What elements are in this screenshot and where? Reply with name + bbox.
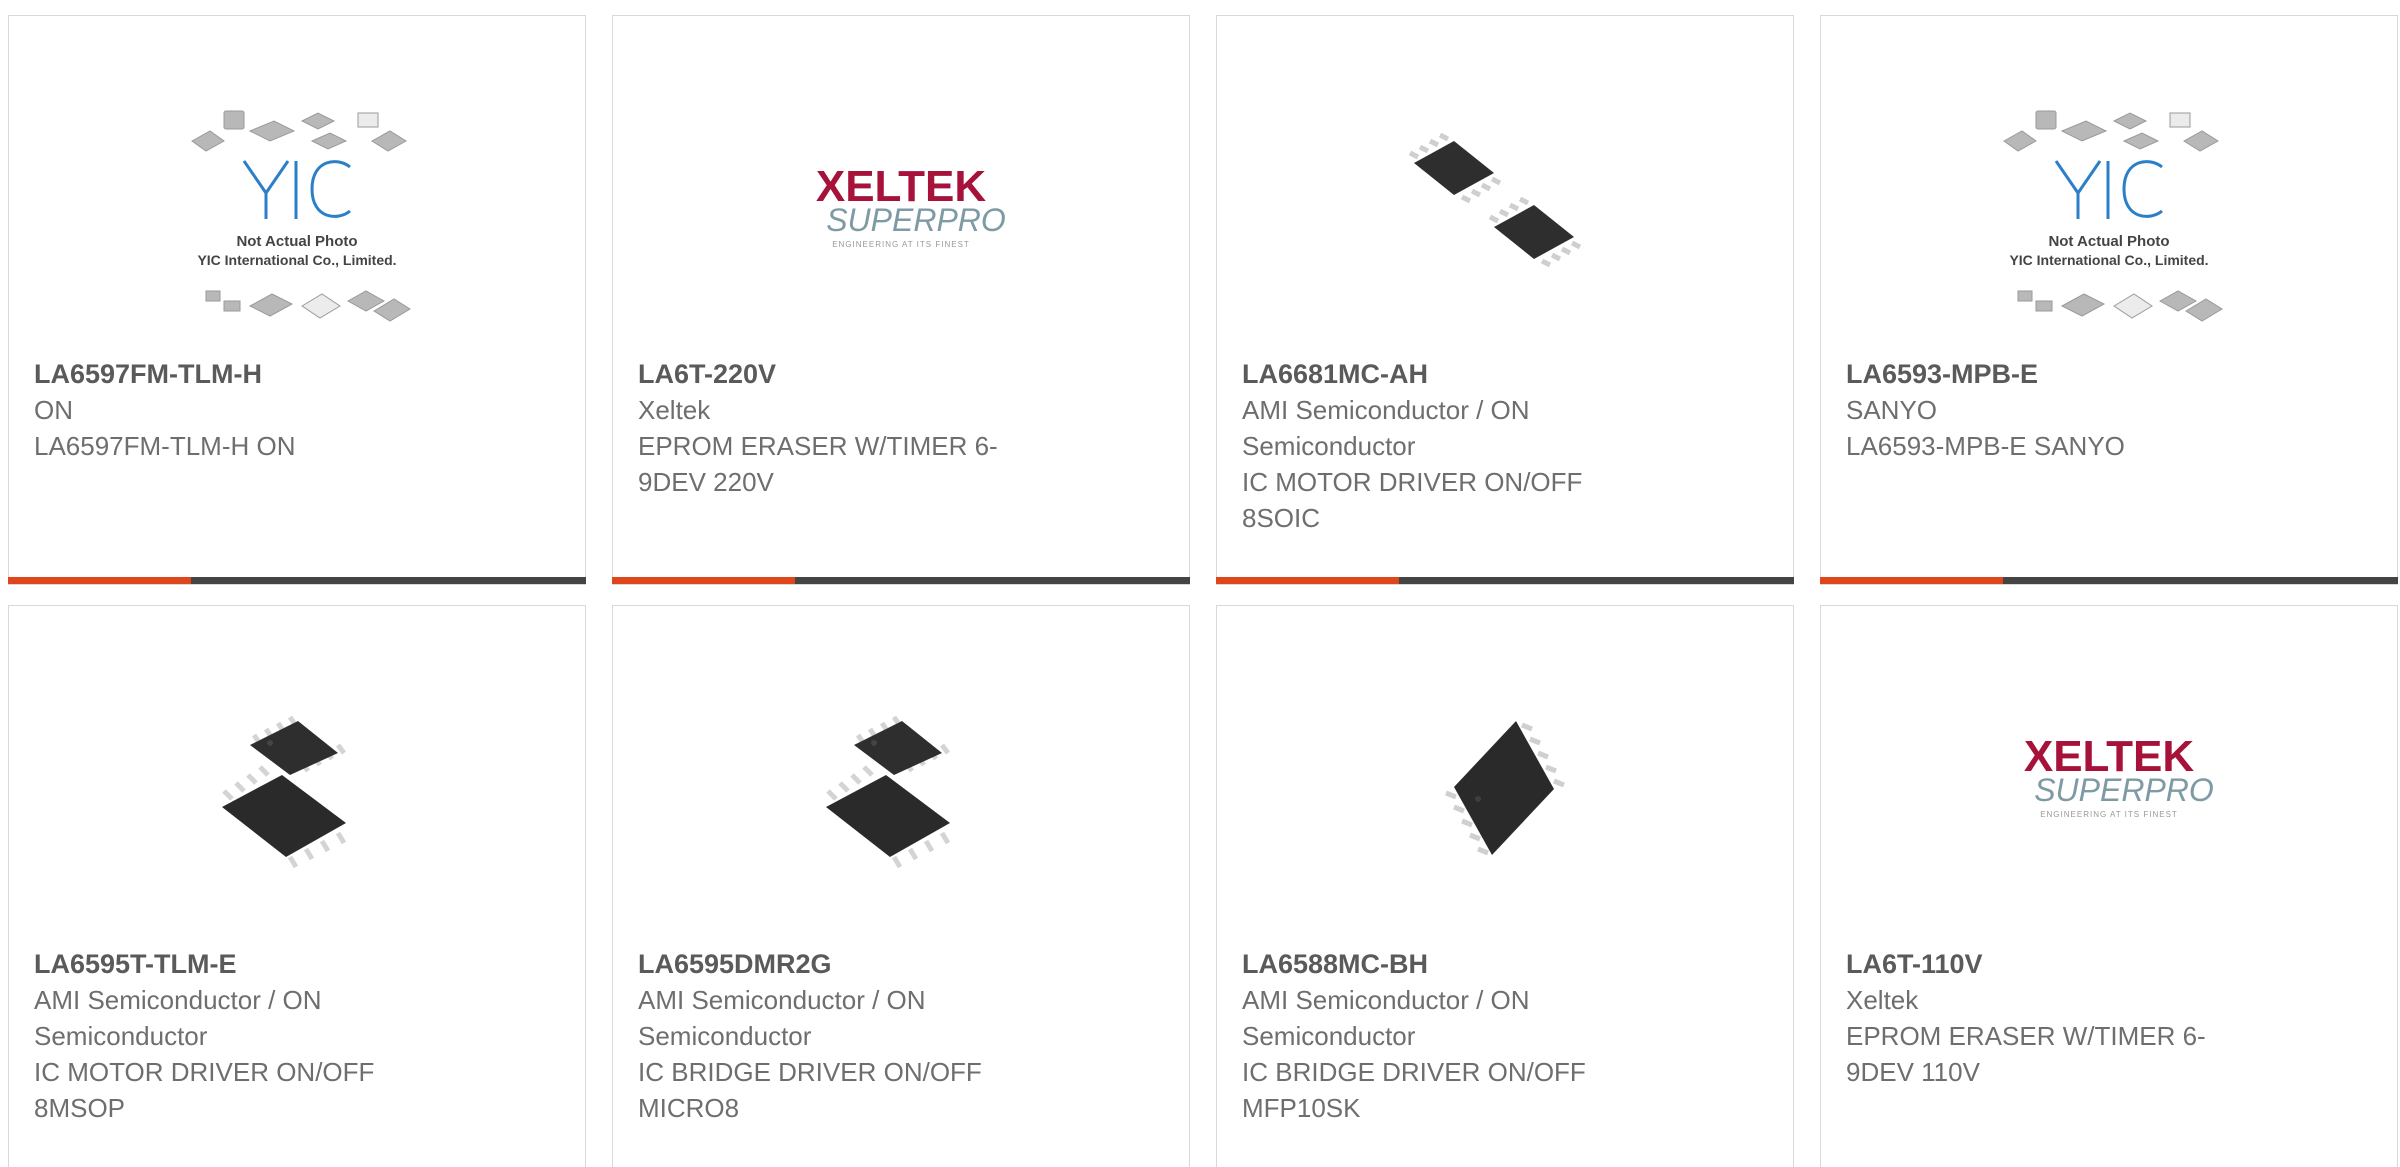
manufacturer: AMI Semiconductor / ON Semiconductor (1242, 395, 1530, 461)
product-card[interactable]: Not Actual Photo YIC International Co., … (1820, 15, 2398, 585)
product-card[interactable]: LA6681MC-AH AMI Semiconductor / ON Semic… (1216, 15, 1794, 585)
part-number[interactable]: LA6597FM-TLM-H (34, 356, 454, 392)
part-number[interactable]: LA6595DMR2G (638, 946, 1058, 982)
yic-logo-line1: Not Actual Photo (236, 233, 357, 250)
product-info: LA6593-MPB-E SANYO LA6593-MPB-E SANYO (1846, 356, 2266, 464)
xeltek-logo-tagline: ENGINEERING AT ITS FINEST (2040, 810, 2178, 819)
product-info: LA6595T-TLM-E AMI Semiconductor / ON Sem… (34, 946, 454, 1126)
part-number[interactable]: LA6588MC-BH (1242, 946, 1662, 982)
product-card[interactable]: LA6595T-TLM-E AMI Semiconductor / ON Sem… (8, 605, 586, 1167)
product-info: LA6595DMR2G AMI Semiconductor / ON Semic… (638, 946, 1058, 1126)
product-card[interactable]: LA6588MC-BH AMI Semiconductor / ON Semic… (1216, 605, 1794, 1167)
card-bottom-bar (612, 577, 1190, 584)
product-image-msop8-chips[interactable] (162, 671, 432, 911)
description: EPROM ERASER W/TIMER 6-9DEV 220V (638, 431, 998, 497)
yic-logo-line1: Not Actual Photo (2048, 233, 2169, 250)
product-image-yic-placeholder[interactable]: Not Actual Photo YIC International Co., … (1974, 101, 2244, 341)
product-card[interactable]: XELTEK SUPERPRO ENGINEERING AT ITS FINES… (612, 15, 1190, 585)
product-info: LA6597FM-TLM-H ON LA6597FM-TLM-H ON (34, 356, 454, 464)
part-number[interactable]: LA6T-220V (638, 356, 1058, 392)
product-info: LA6588MC-BH AMI Semiconductor / ON Semic… (1242, 946, 1662, 1126)
part-number[interactable]: LA6T-110V (1846, 946, 2266, 982)
description: EPROM ERASER W/TIMER 6-9DEV 110V (1846, 1021, 2206, 1087)
manufacturer: AMI Semiconductor / ON Semiconductor (1242, 985, 1530, 1051)
product-image-xeltek-logo[interactable]: XELTEK SUPERPRO ENGINEERING AT ITS FINES… (766, 101, 1036, 341)
product-image-msop8-chips[interactable] (766, 671, 1036, 911)
description: IC BRIDGE DRIVER ON/OFF MICRO8 (638, 1057, 982, 1123)
description: LA6593-MPB-E SANYO (1846, 431, 2125, 461)
product-image-soic8-chips[interactable] (1370, 101, 1640, 341)
description: IC MOTOR DRIVER ON/OFF 8SOIC (1242, 467, 1583, 533)
part-number[interactable]: LA6681MC-AH (1242, 356, 1662, 392)
yic-logo-line2: YIC International Co., Limited. (2009, 252, 2208, 268)
product-card[interactable]: XELTEK SUPERPRO ENGINEERING AT ITS FINES… (1820, 605, 2398, 1167)
manufacturer: AMI Semiconductor / ON Semiconductor (638, 985, 926, 1051)
description: IC MOTOR DRIVER ON/OFF 8MSOP (34, 1057, 375, 1123)
part-number[interactable]: LA6595T-TLM-E (34, 946, 454, 982)
description: LA6597FM-TLM-H ON (34, 431, 296, 461)
card-bar-accent (1216, 577, 1399, 584)
manufacturer: Xeltek (1846, 985, 1919, 1015)
product-image-mfp10-chip[interactable] (1370, 671, 1640, 911)
xeltek-logo-tagline: ENGINEERING AT ITS FINEST (832, 240, 970, 249)
part-number[interactable]: LA6593-MPB-E (1846, 356, 2266, 392)
yic-logo-line2: YIC International Co., Limited. (197, 252, 396, 268)
manufacturer: SANYO (1846, 395, 1938, 425)
xeltek-logo-sub: SUPERPRO (826, 202, 1006, 238)
manufacturer: AMI Semiconductor / ON Semiconductor (34, 985, 322, 1051)
product-image-xeltek-logo[interactable]: XELTEK SUPERPRO ENGINEERING AT ITS FINES… (1974, 671, 2244, 911)
product-info: LA6T-220V Xeltek EPROM ERASER W/TIMER 6-… (638, 356, 1058, 500)
product-image-yic-placeholder[interactable]: Not Actual Photo YIC International Co., … (162, 101, 432, 341)
product-card[interactable]: LA6595DMR2G AMI Semiconductor / ON Semic… (612, 605, 1190, 1167)
description: IC BRIDGE DRIVER ON/OFF MFP10SK (1242, 1057, 1586, 1123)
card-bottom-bar (1216, 577, 1794, 584)
manufacturer: Xeltek (638, 395, 711, 425)
product-card[interactable]: Not Actual Photo YIC International Co., … (8, 15, 586, 585)
card-bar-accent (8, 577, 191, 584)
card-bottom-bar (8, 577, 586, 584)
manufacturer: ON (34, 395, 73, 425)
card-bar-accent (1820, 577, 2003, 584)
product-grid: Not Actual Photo YIC International Co., … (0, 0, 2400, 1167)
card-bar-accent (612, 577, 795, 584)
card-bottom-bar (1820, 577, 2398, 584)
xeltek-logo-sub: SUPERPRO (2034, 772, 2214, 808)
product-info: LA6T-110V Xeltek EPROM ERASER W/TIMER 6-… (1846, 946, 2266, 1090)
product-info: LA6681MC-AH AMI Semiconductor / ON Semic… (1242, 356, 1662, 536)
